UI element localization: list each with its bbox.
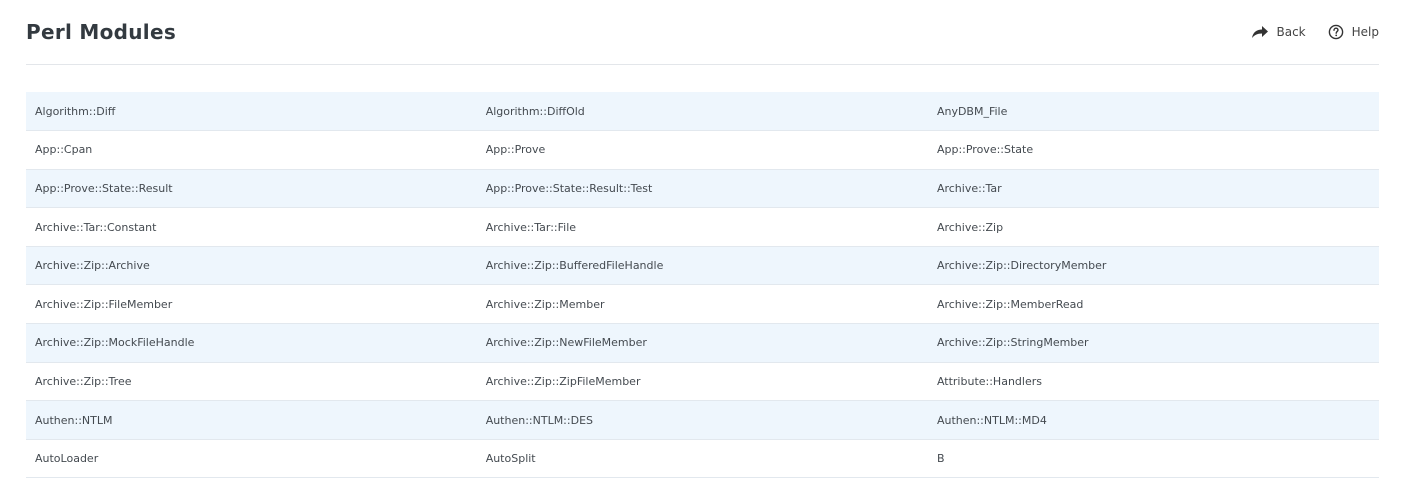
- module-link[interactable]: Archive::Zip::StringMember: [928, 324, 1379, 363]
- header-actions: Back Help: [1251, 24, 1379, 40]
- back-button[interactable]: Back: [1251, 25, 1306, 39]
- module-link[interactable]: Attribute::Handlers: [928, 362, 1379, 401]
- help-button[interactable]: Help: [1328, 24, 1379, 40]
- table-row: App::Cpan App::Prove App::Prove::State: [26, 130, 1379, 170]
- module-link[interactable]: Authen::NTLM::MD4: [928, 401, 1379, 440]
- table-row: Archive::Zip::Archive Archive::Zip::Buffe…: [26, 246, 1379, 285]
- table-row: Algorithm::Diff Algorithm::DiffOld AnyDBM_…: [26, 92, 1379, 131]
- back-label: Back: [1276, 25, 1306, 39]
- page-header: Perl Modules Back Help: [26, 0, 1379, 65]
- table-row: Archive::Zip::FileMember Archive::Zip::Me…: [26, 284, 1379, 324]
- module-link[interactable]: AutoSplit: [477, 439, 928, 478]
- module-link[interactable]: Authen::NTLM::DES: [477, 401, 928, 440]
- module-link[interactable]: AnyDBM_File: [928, 92, 1379, 131]
- module-link[interactable]: Archive::Tar::File: [477, 208, 928, 247]
- module-link[interactable]: Archive::Zip::DirectoryMember: [928, 246, 1379, 285]
- help-label: Help: [1351, 25, 1379, 39]
- module-link[interactable]: Archive::Zip::MemberRead: [928, 285, 1379, 324]
- module-link[interactable]: App::Prove::State: [928, 131, 1379, 170]
- back-arrow-icon: [1251, 25, 1269, 39]
- module-link[interactable]: B: [928, 439, 1379, 478]
- module-link[interactable]: Archive::Zip::Member: [477, 285, 928, 324]
- module-link[interactable]: App::Prove::State::Result: [26, 169, 477, 208]
- module-link[interactable]: Archive::Tar: [928, 169, 1379, 208]
- module-link[interactable]: Archive::Zip::Archive: [26, 246, 477, 285]
- module-link[interactable]: Archive::Zip::MockFileHandle: [26, 324, 477, 363]
- page-title: Perl Modules: [26, 20, 177, 44]
- module-link[interactable]: Archive::Zip::FileMember: [26, 285, 477, 324]
- module-link[interactable]: Algorithm::Diff: [26, 92, 477, 131]
- table-row: Archive::Tar::Constant Archive::Tar::File…: [26, 207, 1379, 247]
- module-link[interactable]: Archive::Zip: [928, 208, 1379, 247]
- module-link[interactable]: Archive::Tar::Constant: [26, 208, 477, 247]
- module-link[interactable]: AutoLoader: [26, 439, 477, 478]
- table-row: Archive::Zip::Tree Archive::Zip::ZipFileM…: [26, 362, 1379, 401]
- module-link[interactable]: App::Prove: [477, 131, 928, 170]
- table-row: App::Prove::State::Result App::Prove::Sta…: [26, 169, 1379, 208]
- table-row: AutoLoader AutoSplit B: [26, 439, 1379, 478]
- module-link[interactable]: Archive::Zip::ZipFileMember: [477, 362, 928, 401]
- module-link[interactable]: App::Cpan: [26, 131, 477, 170]
- module-link[interactable]: Archive::Zip::NewFileMember: [477, 324, 928, 363]
- module-link[interactable]: Archive::Zip::BufferedFileHandle: [477, 246, 928, 285]
- module-link[interactable]: App::Prove::State::Result::Test: [477, 169, 928, 208]
- modules-table: Algorithm::Diff Algorithm::DiffOld AnyDBM_…: [26, 92, 1379, 478]
- table-row: Authen::NTLM Authen::NTLM::DES Authen::NTL…: [26, 400, 1379, 440]
- table-row: Archive::Zip::MockFileHandle Archive::Zip…: [26, 323, 1379, 363]
- modules-table-body: Algorithm::Diff Algorithm::DiffOld AnyDBM_…: [26, 92, 1379, 478]
- module-link[interactable]: Authen::NTLM: [26, 401, 477, 440]
- module-link[interactable]: Algorithm::DiffOld: [477, 92, 928, 131]
- help-icon: [1328, 24, 1344, 40]
- module-link[interactable]: Archive::Zip::Tree: [26, 362, 477, 401]
